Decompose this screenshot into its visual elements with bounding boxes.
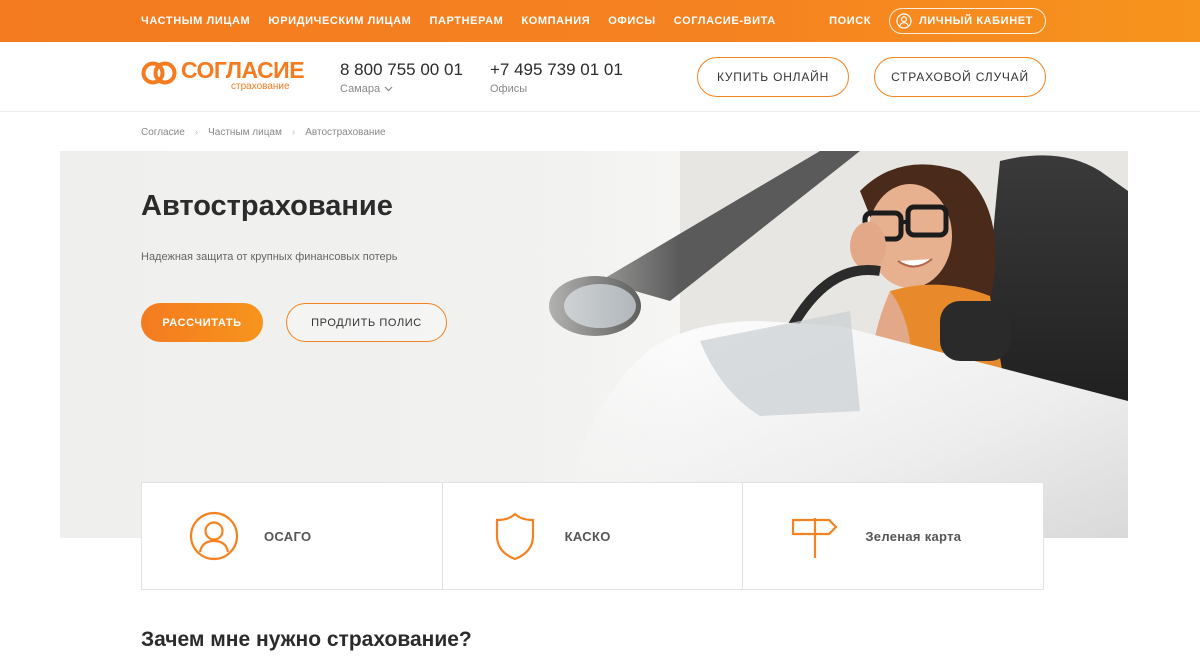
signpost-icon [792, 518, 838, 558]
logo-subtitle: страхование [231, 81, 290, 92]
renew-policy-button[interactable]: ПРОДЛИТЬ ПОЛИС [286, 303, 447, 342]
breadcrumb-item-private[interactable]: Частным лицам [208, 127, 282, 138]
person-circle-icon [189, 511, 239, 561]
breadcrumb-item-home[interactable]: Согласие [141, 127, 185, 138]
buy-online-button[interactable]: КУПИТЬ ОНЛАЙН [697, 57, 849, 97]
breadcrumb: Согласие › Частным лицам › Автострахован… [141, 127, 386, 138]
header: СОГЛАСИЕ страхование 8 800 755 00 01 Сам… [0, 42, 1200, 112]
user-icon [896, 13, 912, 29]
topnav-item-private[interactable]: ЧАСТНЫМ ЛИЦАМ [141, 15, 250, 27]
page-title: Автострахование [141, 190, 393, 222]
chevron-right-icon: › [194, 127, 199, 138]
product-label-green-card: Зеленая карта [865, 528, 962, 544]
product-card-green-card[interactable]: Зеленая карта [743, 483, 1043, 589]
product-card-osago[interactable]: ОСАГО [142, 483, 443, 589]
breadcrumb-item-current: Автострахование [305, 127, 386, 138]
topnav-item-soglasie-vita[interactable]: СОГЛАСИЕ-ВИТА [674, 15, 776, 27]
city-selector[interactable]: Самара [340, 83, 463, 95]
city-label: Самара [340, 83, 381, 95]
phone-block-1: 8 800 755 00 01 Самара [340, 60, 463, 95]
logo-mark-icon [141, 61, 177, 85]
product-label-kasko: КАСКО [564, 528, 611, 544]
chevron-down-icon [384, 86, 393, 92]
topnav-item-legal[interactable]: ЮРИДИЧЕСКИМ ЛИЦАМ [268, 15, 411, 27]
cabinet-label: ЛИЧНЫЙ КАБИНЕТ [919, 15, 1033, 27]
insurance-case-button[interactable]: СТРАХОВОЙ СЛУЧАЙ [874, 57, 1046, 97]
calculate-button[interactable]: РАССЧИТАТЬ [141, 303, 263, 342]
phone-number-1[interactable]: 8 800 755 00 01 [340, 60, 463, 80]
phone-number-2[interactable]: +7 495 739 01 01 [490, 60, 623, 80]
top-right: ПОИСК ЛИЧНЫЙ КАБИНЕТ [829, 0, 1046, 42]
top-bar: ЧАСТНЫМ ЛИЦАМ ЮРИДИЧЕСКИМ ЛИЦАМ ПАРТНЕРА… [0, 0, 1200, 42]
topnav-item-company[interactable]: КОМПАНИЯ [521, 15, 590, 27]
product-card-kasko[interactable]: КАСКО [443, 483, 744, 589]
shield-icon [495, 512, 534, 561]
offices-link[interactable]: Офисы [490, 83, 623, 95]
top-nav: ЧАСТНЫМ ЛИЦАМ ЮРИДИЧЕСКИМ ЛИЦАМ ПАРТНЕРА… [141, 0, 776, 42]
phone-block-2: +7 495 739 01 01 Офисы [490, 60, 623, 95]
personal-cabinet-button[interactable]: ЛИЧНЫЙ КАБИНЕТ [889, 8, 1046, 34]
logo-name: СОГЛАСИЕ [181, 57, 305, 83]
hero-subtitle: Надежная защита от крупных финансовых по… [141, 251, 398, 263]
section-title: Зачем мне нужно страхование? [141, 628, 472, 651]
product-label-osago: ОСАГО [264, 528, 312, 544]
search-link[interactable]: ПОИСК [829, 15, 871, 27]
product-cards: ОСАГО КАСКО Зеленая карта [141, 482, 1044, 590]
topnav-item-offices[interactable]: ОФИСЫ [608, 15, 656, 27]
logo[interactable]: СОГЛАСИЕ страхование [141, 56, 305, 96]
topnav-item-partners[interactable]: ПАРТНЕРАМ [429, 15, 503, 27]
chevron-right-icon: › [291, 127, 296, 138]
